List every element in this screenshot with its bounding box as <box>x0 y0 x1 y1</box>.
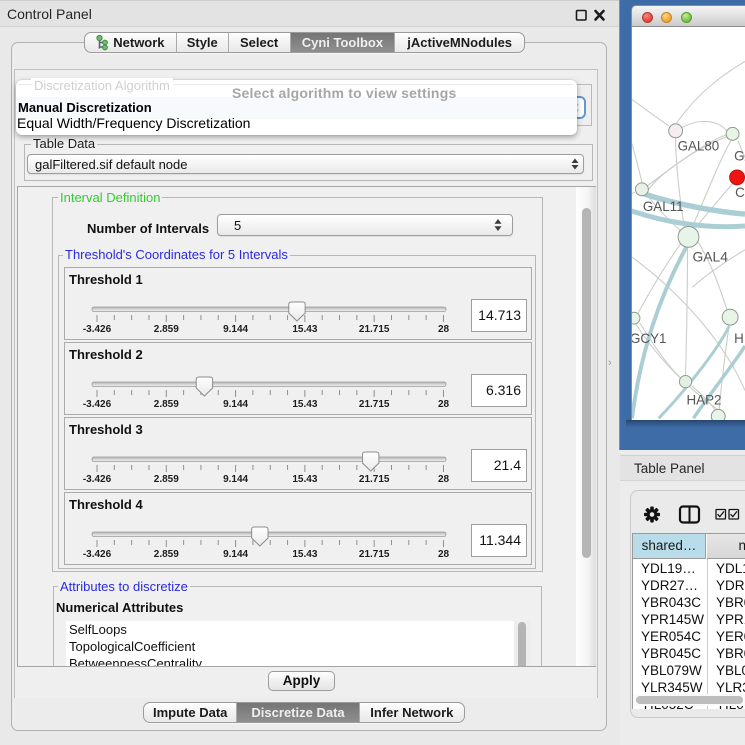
svg-text:21.715: 21.715 <box>359 399 390 410</box>
svg-text:28: 28 <box>438 324 450 335</box>
svg-text:HAP2: HAP2 <box>687 392 722 407</box>
svg-text:2.859: 2.859 <box>154 324 179 335</box>
svg-text:28: 28 <box>438 399 450 410</box>
svg-text:GAL80: GAL80 <box>678 139 720 154</box>
svg-text:-3.426: -3.426 <box>83 549 112 560</box>
svg-text:HIS: HIS <box>734 331 745 346</box>
svg-text:2.859: 2.859 <box>154 399 179 410</box>
svg-text:9.144: 9.144 <box>223 399 248 410</box>
svg-text:GCY1: GCY1 <box>631 331 666 346</box>
svg-text:2.859: 2.859 <box>154 474 179 485</box>
svg-text:2.859: 2.859 <box>154 549 179 560</box>
svg-text:21.715: 21.715 <box>359 549 390 560</box>
svg-text:GAL11: GAL11 <box>643 199 684 214</box>
svg-text:21.715: 21.715 <box>359 474 390 485</box>
svg-text:15.43: 15.43 <box>292 399 317 410</box>
svg-text:15.43: 15.43 <box>292 474 317 485</box>
svg-text:15.43: 15.43 <box>292 549 317 560</box>
svg-text:28: 28 <box>438 474 450 485</box>
svg-text:-3.426: -3.426 <box>83 399 112 410</box>
svg-text:-3.426: -3.426 <box>83 474 112 485</box>
svg-text:9.144: 9.144 <box>223 324 248 335</box>
svg-text:9.144: 9.144 <box>223 474 248 485</box>
svg-text:15.43: 15.43 <box>292 324 317 335</box>
svg-text:C: C <box>735 185 745 200</box>
svg-text:21.715: 21.715 <box>359 324 390 335</box>
svg-text:-3.426: -3.426 <box>83 324 112 335</box>
svg-text:28: 28 <box>438 549 450 560</box>
svg-text:GAL4: GAL4 <box>692 249 728 265</box>
svg-text:GAL: GAL <box>734 149 745 164</box>
svg-text:9.144: 9.144 <box>223 549 248 560</box>
